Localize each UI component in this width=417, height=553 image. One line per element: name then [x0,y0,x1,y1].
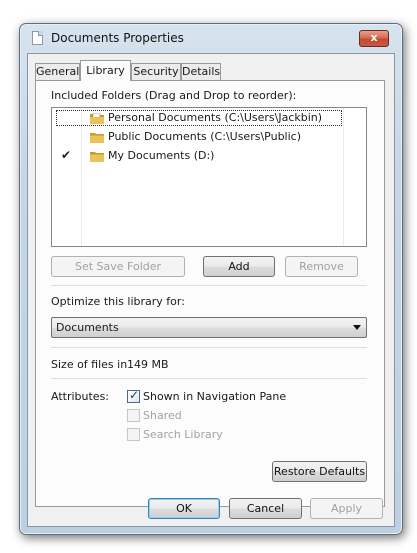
add-folder-button[interactable]: Add [203,256,275,277]
included-folders-list[interactable]: Personal Documents (C:\Users\Jackbin) Pu… [51,107,367,247]
shown-in-navigation-checkbox[interactable] [127,388,140,403]
close-button[interactable]: x [359,30,389,47]
library-panel: Included Folders (Drag and Drop to reord… [35,80,385,507]
optimize-dropdown[interactable]: Documents [51,317,367,338]
included-folders-label: Included Folders (Drag and Drop to reord… [51,89,297,102]
optimize-label: Optimize this library for: [51,295,185,308]
divider [51,347,367,348]
folder-icon [90,133,104,143]
dropdown-arrow-icon [353,325,361,330]
save-location-check-icon: ✔ [61,148,72,162]
document-icon [32,31,43,45]
tab-details[interactable]: Details [181,63,221,80]
tab-general[interactable]: General [35,63,80,80]
folder-row-public[interactable]: Public Documents (C:\Users\Public) [52,128,366,147]
remove-folder-button[interactable]: Remove [285,256,358,277]
tab-library[interactable]: Library [80,60,131,81]
apply-button[interactable]: Apply [310,498,383,519]
properties-window: Documents Properties x General Library S… [19,23,403,535]
search-library-checkbox[interactable] [127,428,140,441]
restore-defaults-button[interactable]: Restore Defaults [272,461,367,482]
tab-security[interactable]: Security [131,63,181,80]
optimize-selected-value: Documents [56,321,119,334]
shared-checkbox[interactable] [127,409,140,422]
divider [51,285,367,286]
divider [51,378,367,379]
cancel-button[interactable]: Cancel [229,498,302,519]
shared-label: Shared [143,409,182,422]
size-label: Size of files in [51,358,128,371]
search-library-label: Search Library [143,428,223,441]
set-save-folder-button[interactable]: Set Save Folder [51,256,185,277]
window-title: Documents Properties [51,31,184,45]
title-bar[interactable]: Documents Properties x [20,24,402,52]
folder-name: My Documents (D:) [108,149,215,162]
folder-name: Public Documents (C:\Users\Public) [108,130,302,143]
size-value: 149 MB [127,358,169,371]
dialog-client: General Library Security Details Include… [27,53,395,527]
folder-row-my-documents[interactable]: ✔ My Documents (D:) [52,147,366,166]
shown-in-navigation-label: Shown in Navigation Pane [143,390,287,403]
attributes-label: Attributes: [51,390,110,403]
folder-row-personal[interactable]: Personal Documents (C:\Users\Jackbin) [52,109,366,128]
ok-button[interactable]: OK [148,498,220,519]
folder-icon [90,152,104,162]
folder-doc-icon [90,113,104,124]
folder-name: Personal Documents (C:\Users\Jackbin) [108,111,323,124]
